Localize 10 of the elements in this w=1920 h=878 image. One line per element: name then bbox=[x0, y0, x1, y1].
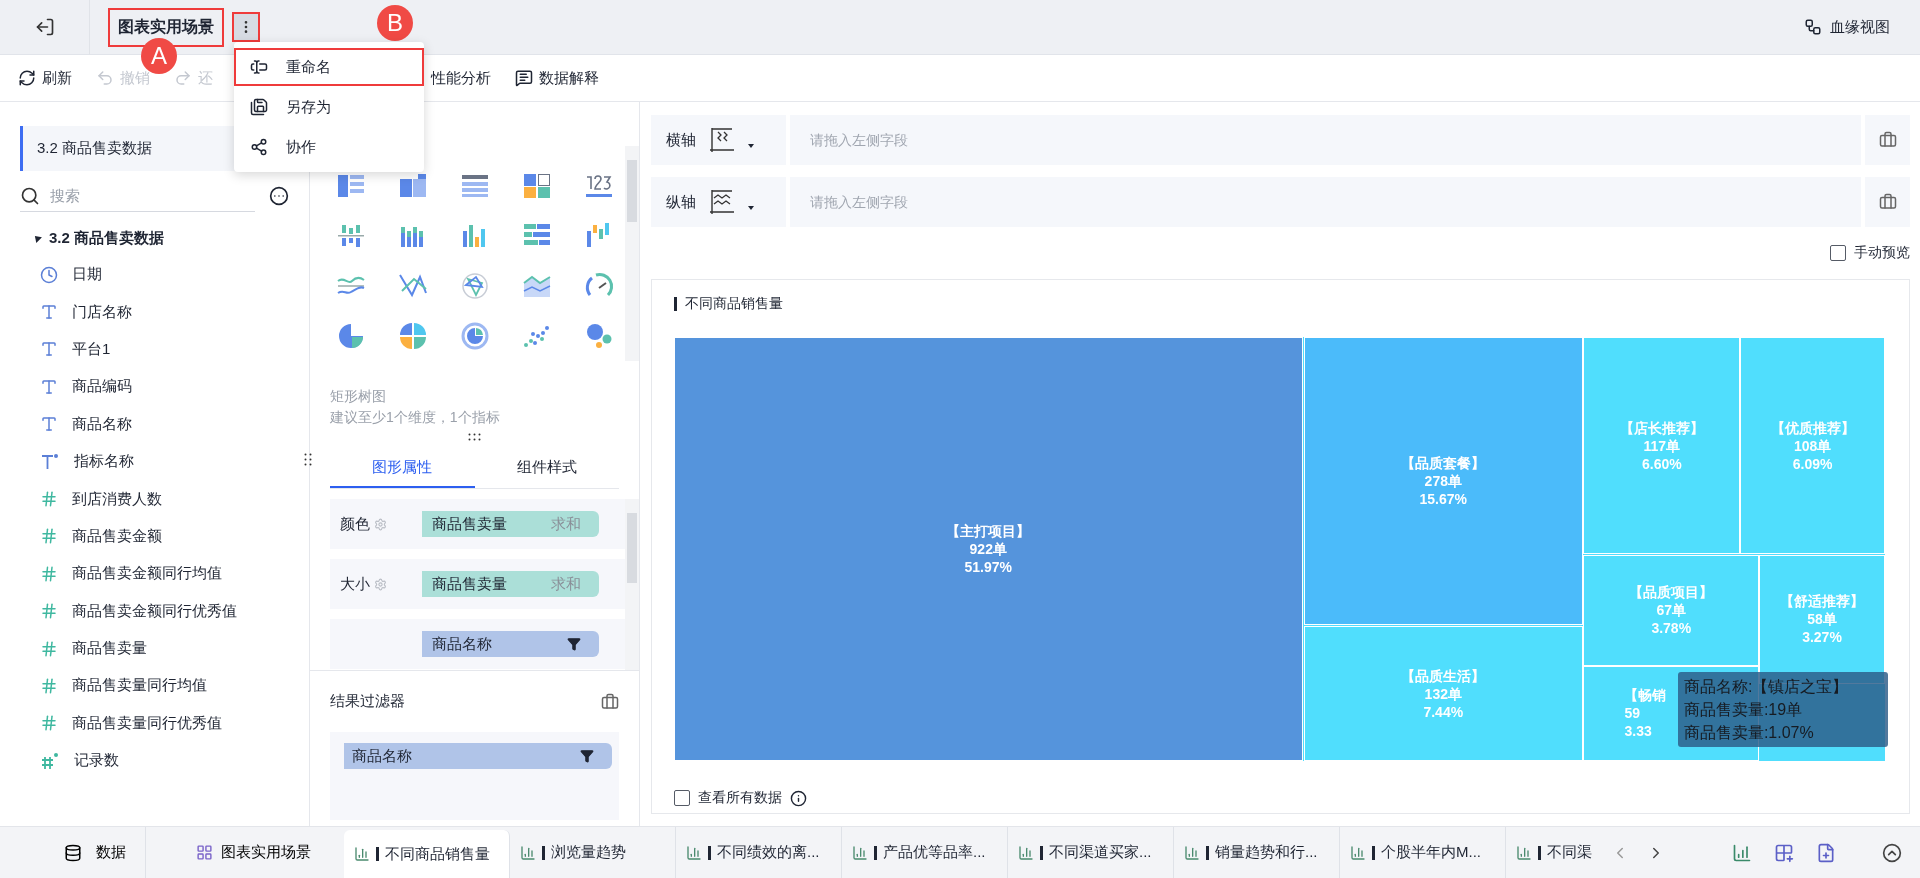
axis-label: 纵轴 bbox=[666, 192, 696, 212]
property-label: 颜色 bbox=[340, 514, 370, 534]
axis-label: 横轴 bbox=[666, 130, 696, 150]
chart-type-hint: 建议至少1个维度，1个指标 bbox=[330, 408, 501, 427]
chart-title: 不同商品销售量 bbox=[685, 295, 783, 313]
annotation-marker: A bbox=[141, 38, 177, 74]
chart-tooltip: 商品名称:【镇店之宝】 商品售卖量:19单 商品售卖量:1.07% bbox=[1677, 671, 1888, 747]
property-label: 大小 bbox=[340, 574, 370, 594]
filter-title: 结果过滤器 bbox=[330, 692, 405, 711]
chart-type-name: 矩形树图 bbox=[330, 387, 387, 406]
